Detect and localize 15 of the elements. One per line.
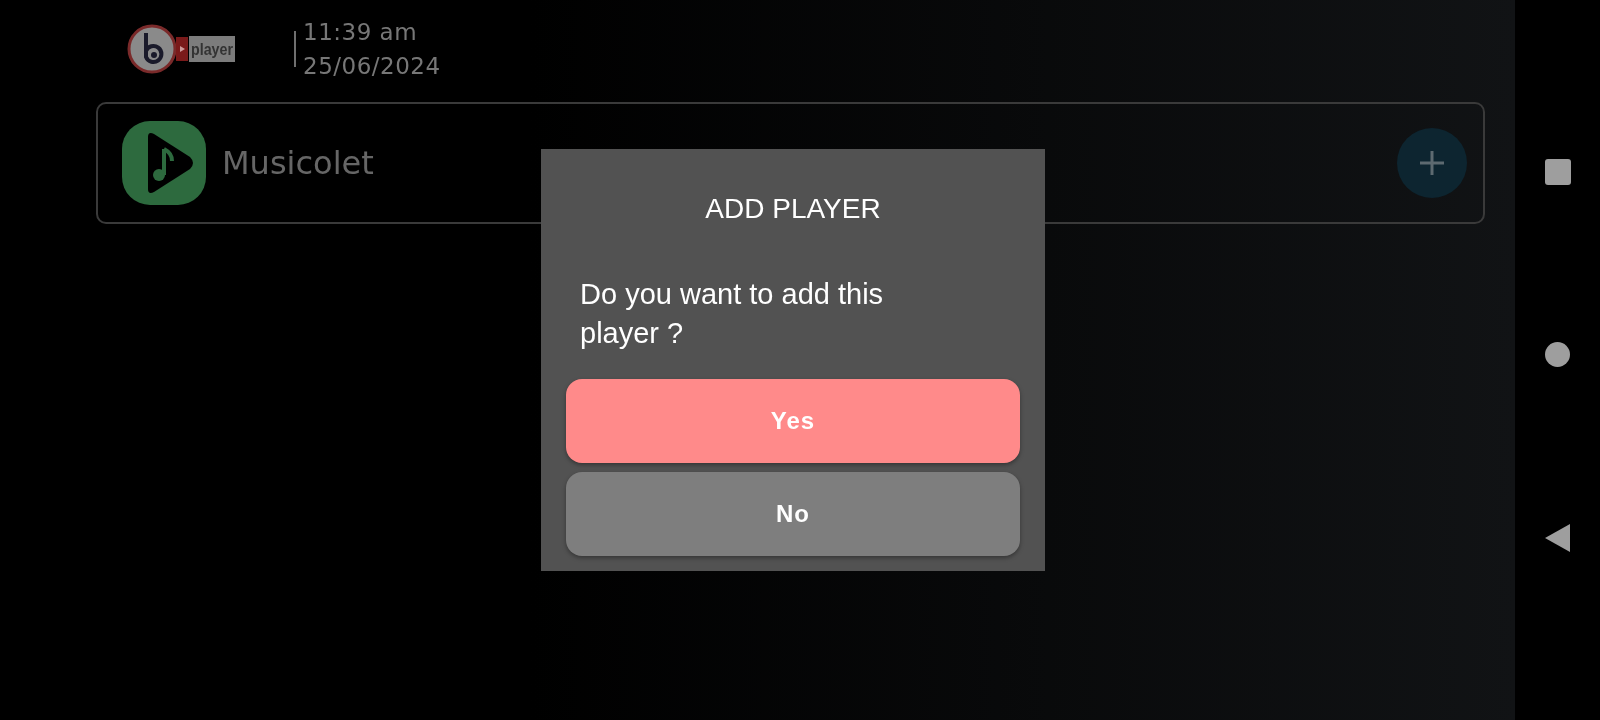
logo-wordmark: player (189, 36, 238, 62)
back-icon (1545, 523, 1570, 552)
dialog-message: Do you want to add this player ? (580, 277, 885, 351)
cancel-button[interactable]: No (566, 472, 1020, 556)
clock-time: 11:39 am (303, 18, 419, 47)
square-icon (1544, 158, 1571, 185)
confirm-button[interactable]: Yes (566, 379, 1020, 463)
dialog-title: ADD PLAYER (704, 193, 882, 225)
plus-icon (1419, 150, 1445, 176)
circle-icon (1545, 341, 1570, 367)
clock-date: 25/06/2024 (303, 52, 441, 81)
b-logo-icon (127, 24, 177, 74)
player-name: Musicolet (222, 144, 375, 182)
play-icon (176, 37, 188, 61)
music-app-icon (120, 119, 208, 207)
